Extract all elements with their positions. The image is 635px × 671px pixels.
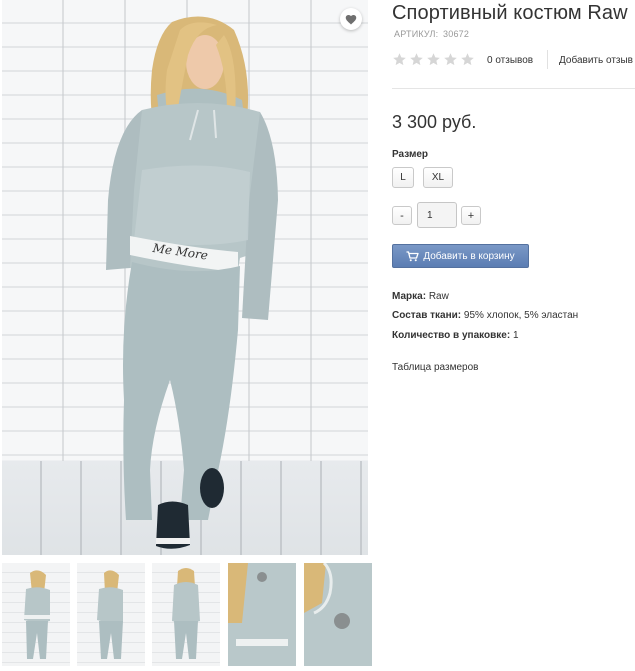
attribute-value: 95% хлопок, 5% эластан: [463, 310, 579, 321]
size-label: Размер: [392, 149, 429, 160]
thumbnail-5[interactable]: [304, 563, 372, 666]
star-icon[interactable]: [443, 52, 458, 67]
main-product-photo[interactable]: Me More: [2, 0, 368, 555]
rating-stars[interactable]: [392, 52, 475, 67]
attribute-value: 1: [512, 330, 519, 341]
attribute-brand: Марка: Raw: [392, 291, 449, 302]
attribute-value: Raw: [428, 291, 449, 302]
attribute-label: Количество в упаковке:: [392, 330, 511, 341]
thumbnail-1[interactable]: [2, 563, 70, 666]
quantity-decrease-button[interactable]: -: [392, 206, 412, 225]
thumbnail-figure: [172, 568, 200, 659]
thumbnail-figure: [97, 570, 123, 659]
star-icon[interactable]: [409, 52, 424, 67]
thumbnail-2[interactable]: [77, 563, 145, 666]
thumbnail-figure: [304, 563, 350, 629]
thumbnail-figure: [228, 563, 288, 646]
reviews-count-link[interactable]: 0 отзывов: [487, 55, 533, 66]
attribute-pack-quantity: Количество в упаковке: 1: [392, 330, 519, 341]
shopping-cart-icon: [406, 250, 420, 261]
sku-label: АРТИКУЛ:: [394, 29, 439, 39]
divider: [547, 50, 548, 69]
star-icon[interactable]: [460, 52, 475, 67]
attribute-label: Состав ткани:: [392, 310, 462, 321]
product-title: Спортивный костюм Raw: [392, 2, 628, 24]
size-table-link[interactable]: Таблица размеров: [392, 362, 478, 373]
add-to-cart-label: Добавить в корзину: [423, 250, 515, 262]
quantity-increase-button[interactable]: +: [461, 206, 481, 225]
model-figure: Me More: [106, 16, 278, 549]
size-option-l[interactable]: L: [392, 167, 414, 188]
divider: [392, 88, 635, 89]
size-option-xl[interactable]: XL: [423, 167, 453, 188]
star-icon[interactable]: [392, 52, 407, 67]
thumbnail-figure: [24, 570, 50, 659]
sku-value: 30672: [443, 29, 470, 39]
product-sku: АРТИКУЛ: 30672: [392, 29, 469, 39]
add-review-link[interactable]: Добавить отзыв: [559, 55, 633, 66]
add-to-cart-button[interactable]: Добавить в корзину: [392, 244, 529, 268]
thumbnail-4[interactable]: [228, 563, 296, 666]
thumbnail-3[interactable]: [152, 563, 220, 666]
attribute-fabric: Состав ткани: 95% хлопок, 5% эластан: [392, 310, 578, 321]
quantity-input[interactable]: [417, 202, 457, 228]
product-price: 3 300 руб.: [392, 112, 477, 132]
favorite-button[interactable]: [340, 8, 362, 30]
heart-icon: [345, 14, 357, 24]
attribute-label: Марка:: [392, 291, 427, 302]
star-icon[interactable]: [426, 52, 441, 67]
